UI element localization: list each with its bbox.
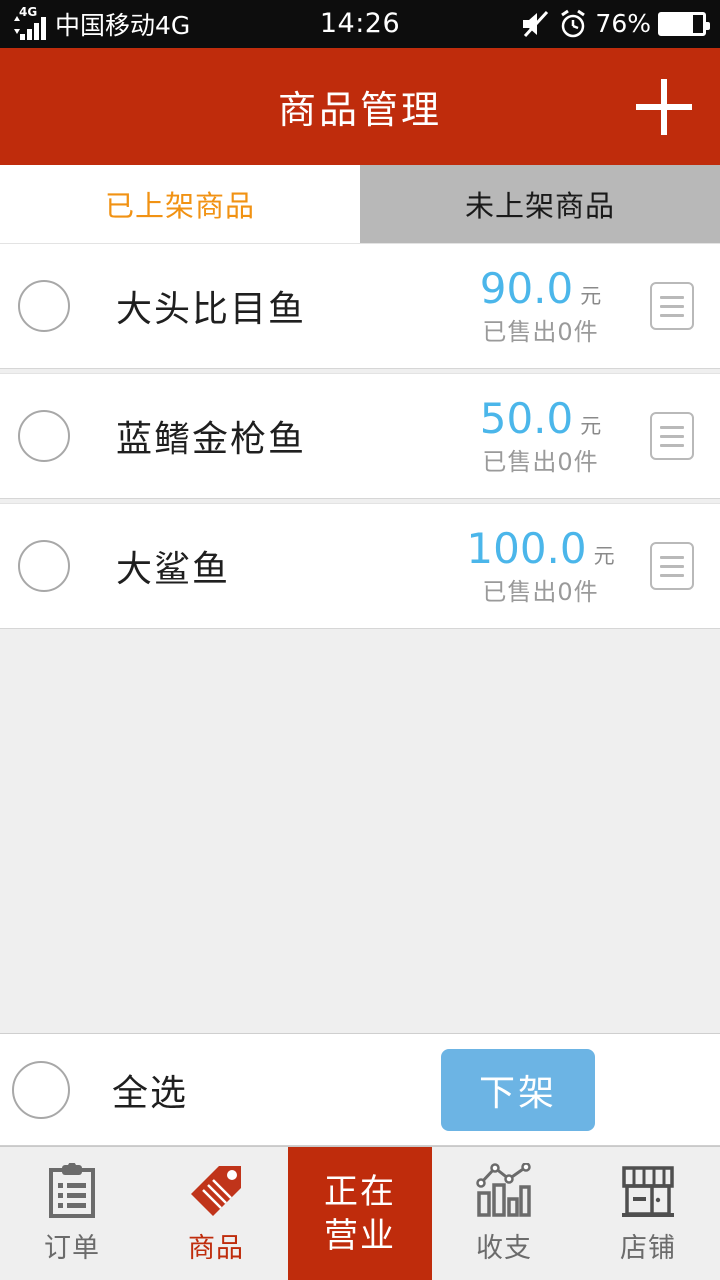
nav-item-orders-label: 订单 bbox=[44, 1233, 100, 1264]
nav-item-finance[interactable]: 收支 bbox=[432, 1147, 576, 1280]
nav-item-products-label: 商品 bbox=[188, 1233, 244, 1264]
app-header: 商品管理 bbox=[0, 48, 720, 165]
nav-item-finance-label: 收支 bbox=[476, 1233, 532, 1264]
app-screen: 4G 中国移动4G 14:26 76% 商品管理 已上架商品 未上架商品 大头比… bbox=[0, 0, 720, 1280]
bulk-action-bar: 全选 下架 bbox=[0, 1033, 720, 1146]
nav-item-business-status[interactable]: 正在 营业 bbox=[288, 1147, 432, 1280]
empty-area bbox=[0, 833, 720, 1033]
page-title: 商品管理 bbox=[277, 88, 442, 132]
product-price: 100.0 bbox=[466, 523, 587, 573]
product-sold-count: 已售出0件 bbox=[482, 317, 599, 346]
select-all-label: 全选 bbox=[112, 1072, 189, 1114]
tab-bar: 已上架商品 未上架商品 bbox=[0, 165, 720, 243]
product-currency: 元 bbox=[593, 543, 615, 568]
nav-item-shop-label: 店铺 bbox=[620, 1233, 676, 1264]
table-row[interactable]: 大头比目鱼 90.0 元 已售出0件 bbox=[0, 243, 720, 369]
store-icon bbox=[619, 1162, 677, 1220]
product-price: 90.0 bbox=[479, 263, 574, 313]
nav-item-business-status-label: 正在 营业 bbox=[324, 1171, 396, 1256]
battery-icon bbox=[658, 12, 710, 36]
product-name: 蓝鳍金枪鱼 bbox=[116, 419, 307, 460]
select-all-radio[interactable] bbox=[12, 1060, 70, 1119]
product-price-block: 100.0 元 已售出0件 bbox=[457, 523, 632, 607]
table-row[interactable]: 蓝鳍金枪鱼 50.0 元 已售出0件 bbox=[0, 373, 720, 499]
tab-on-shelf-label: 已上架商品 bbox=[104, 189, 255, 223]
nav-item-products[interactable]: 商品 bbox=[144, 1147, 288, 1280]
add-product-button[interactable] bbox=[636, 78, 692, 135]
nav-item-shop[interactable]: 店铺 bbox=[576, 1147, 720, 1280]
status-bar: 4G 中国移动4G 14:26 76% bbox=[0, 0, 720, 48]
table-row[interactable]: 大鲨鱼 100.0 元 已售出0件 bbox=[0, 503, 720, 629]
product-detail-icon[interactable] bbox=[650, 282, 694, 330]
product-name: 大头比目鱼 bbox=[116, 289, 307, 330]
product-name: 大鲨鱼 bbox=[116, 549, 231, 590]
clipboard-icon bbox=[43, 1162, 101, 1220]
product-detail-icon[interactable] bbox=[650, 412, 694, 460]
tag-icon bbox=[187, 1162, 245, 1220]
product-price-block: 50.0 元 已售出0件 bbox=[457, 393, 632, 477]
product-list: 大头比目鱼 90.0 元 已售出0件 蓝鳍金枪鱼 50.0 元 已售出0件 大鲨… bbox=[0, 243, 720, 833]
tab-off-shelf-label: 未上架商品 bbox=[464, 189, 615, 223]
product-currency: 元 bbox=[580, 283, 602, 308]
tab-on-shelf[interactable]: 已上架商品 bbox=[0, 165, 360, 243]
tab-off-shelf[interactable]: 未上架商品 bbox=[360, 165, 720, 243]
battery-fill bbox=[661, 15, 693, 33]
bar-chart-icon bbox=[475, 1162, 533, 1220]
take-off-shelf-button[interactable]: 下架 bbox=[440, 1048, 595, 1131]
product-select-radio[interactable] bbox=[18, 540, 70, 592]
product-price-block: 90.0 元 已售出0件 bbox=[457, 263, 632, 347]
product-price: 50.0 bbox=[479, 393, 574, 443]
product-sold-count: 已售出0件 bbox=[482, 577, 599, 606]
product-select-radio[interactable] bbox=[18, 410, 70, 462]
status-time: 14:26 bbox=[319, 8, 401, 39]
nav-item-orders[interactable]: 订单 bbox=[0, 1147, 144, 1280]
bottom-nav: 订单 商品 正在 营业 收支 店铺 bbox=[0, 1146, 720, 1280]
product-currency: 元 bbox=[580, 413, 602, 438]
product-select-radio[interactable] bbox=[18, 280, 70, 332]
product-detail-icon[interactable] bbox=[650, 542, 694, 590]
product-sold-count: 已售出0件 bbox=[482, 447, 599, 476]
